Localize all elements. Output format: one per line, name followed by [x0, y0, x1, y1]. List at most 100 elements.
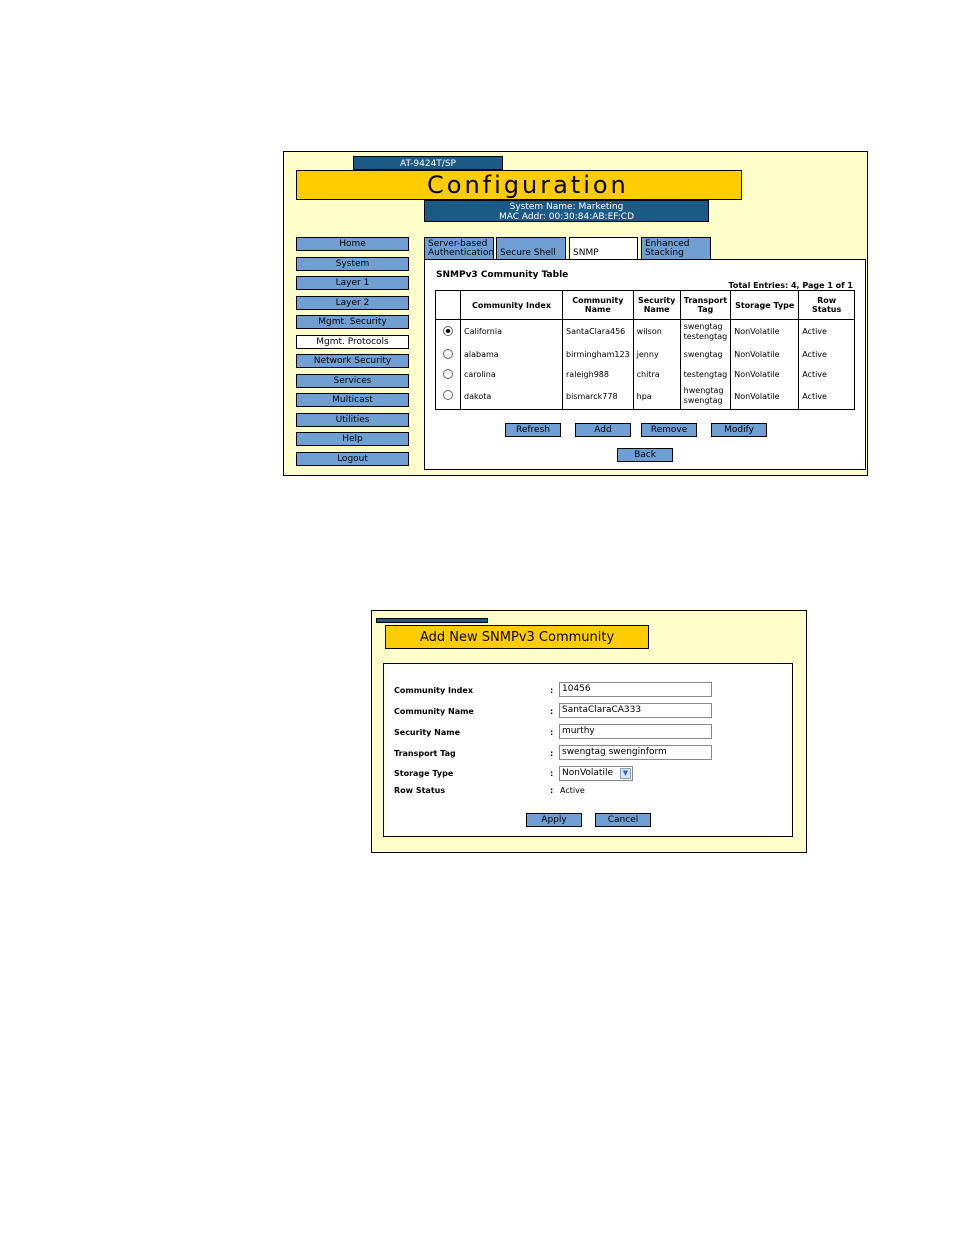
nav-mgmt-security-button[interactable]: Mgmt. Security: [296, 315, 409, 329]
storage-type-cell: NonVolatile: [730, 319, 799, 344]
colon: :: [550, 728, 554, 737]
row-status-label: Row Status: [394, 786, 446, 795]
row-radio-button[interactable]: [443, 325, 453, 336]
community-name-cell: raleigh988: [562, 365, 634, 384]
column-header-transport-tag: Transport Tag: [679, 290, 731, 320]
total-entries-text: Total Entries: 4, Page 1 of 1: [728, 281, 853, 290]
add-community-form: Community Index : 10456 Community Name :…: [383, 663, 793, 837]
security-name-label: Security Name: [394, 728, 460, 737]
colon: :: [550, 686, 554, 695]
add-community-window: Add New SNMPv3 Community Community Index…: [371, 610, 807, 853]
system-info-box: System Name: Marketing MAC Addr: 00:30:8…: [424, 200, 709, 222]
nav-mgmt-protocols-button[interactable]: Mgmt. Protocols: [296, 335, 409, 349]
community-index-cell: California: [460, 319, 563, 344]
table-row: dakota bismarck778 hpa hwengtag swengtag…: [436, 383, 855, 410]
nav-network-security-button[interactable]: Network Security: [296, 354, 409, 368]
transport-tag-label: Transport Tag: [394, 749, 456, 758]
transport-tag-cell: hwengtag swengtag: [679, 383, 731, 410]
community-name-cell: birmingham123: [562, 343, 634, 366]
security-name-cell: wilson: [632, 319, 681, 344]
community-index-input[interactable]: 10456: [559, 682, 712, 697]
column-header-security-name: Security Name: [632, 290, 681, 320]
security-name-cell: chitra: [632, 365, 681, 384]
apply-button[interactable]: Apply: [526, 813, 582, 827]
nav-layer2-button[interactable]: Layer 2: [296, 296, 409, 310]
tab-label: SNMP: [573, 248, 599, 258]
page-banner: Add New SNMPv3 Community: [385, 625, 649, 649]
row-select-cell: [436, 344, 461, 366]
tab-label: Secure Shell: [500, 248, 556, 258]
tab-label-line2: Authentication: [428, 248, 495, 258]
nav-services-button[interactable]: Services: [296, 374, 409, 388]
column-header-community-name: Community Name: [562, 290, 634, 320]
table-header-row: Community Index Community Name Security …: [435, 290, 855, 320]
colon: :: [550, 769, 554, 778]
colon: :: [550, 786, 554, 795]
add-button[interactable]: Add: [575, 423, 631, 437]
refresh-button[interactable]: Refresh: [505, 423, 561, 437]
transport-tag-cell: testengtag: [679, 365, 731, 384]
modify-button[interactable]: Modify: [711, 423, 767, 437]
tab-snmp[interactable]: SNMP: [569, 237, 638, 261]
security-name-cell: jenny: [632, 343, 681, 366]
chevron-down-icon[interactable]: ▼: [620, 768, 631, 779]
column-header-storage-type: Storage Type: [730, 290, 799, 320]
row-status-cell: Active: [798, 383, 855, 410]
nav-help-button[interactable]: Help: [296, 432, 409, 446]
community-table: Community Index Community Name Security …: [435, 290, 855, 410]
community-name-cell: SantaClara456: [562, 319, 634, 344]
transport-tag-cell: swengtag testengtag: [679, 319, 731, 344]
community-name-label: Community Name: [394, 707, 474, 716]
header-tab-strip: [376, 618, 488, 623]
nav-multicast-button[interactable]: Multicast: [296, 393, 409, 407]
nav-home-button[interactable]: Home: [296, 237, 409, 251]
tab-secure-shell[interactable]: Secure Shell: [496, 237, 566, 260]
colon: :: [550, 707, 554, 716]
table-row: California SantaClara456 wilson swengtag…: [436, 319, 855, 344]
column-header-select: [435, 290, 461, 320]
colon: :: [550, 749, 554, 758]
security-name-input[interactable]: murthy: [559, 724, 712, 739]
community-index-cell: dakota: [460, 383, 563, 410]
cancel-button[interactable]: Cancel: [595, 813, 651, 827]
community-name-input[interactable]: SantaClaraCA333: [559, 703, 712, 718]
transport-tag-cell: swengtag: [679, 343, 731, 366]
row-radio-button[interactable]: [443, 348, 453, 359]
column-header-community-index: Community Index: [460, 290, 563, 320]
row-radio-button[interactable]: [443, 390, 453, 401]
community-index-label: Community Index: [394, 686, 473, 695]
nav-layer1-button[interactable]: Layer 1: [296, 276, 409, 290]
tab-enhanced-stacking[interactable]: Enhanced Stacking: [641, 237, 711, 260]
back-button[interactable]: Back: [617, 448, 673, 462]
snmp-content-panel: SNMPv3 Community Table Total Entries: 4,…: [424, 259, 866, 470]
system-name-text: System Name: Marketing: [509, 202, 624, 212]
nav-logout-button[interactable]: Logout: [296, 452, 409, 466]
row-status-cell: Active: [798, 319, 855, 344]
row-select-cell: [436, 366, 461, 384]
row-status-cell: Active: [798, 365, 855, 384]
nav-utilities-button[interactable]: Utilities: [296, 413, 409, 427]
community-index-cell: carolina: [460, 365, 563, 384]
tab-server-based-authentication[interactable]: Server-based Authentication: [424, 237, 494, 260]
remove-button[interactable]: Remove: [641, 423, 697, 437]
row-radio-button[interactable]: [443, 368, 453, 379]
config-window: AT-9424T/SP Configuration System Name: M…: [283, 151, 868, 476]
community-name-cell: bismarck778: [562, 383, 634, 410]
table-row: alabama birmingham123 jenny swengtag Non…: [436, 343, 855, 366]
column-header-row-status: Row Status: [798, 290, 855, 320]
security-name-cell: hpa: [632, 383, 681, 410]
row-status-cell: Active: [798, 343, 855, 366]
transport-tag-input[interactable]: swengtag swenginform: [559, 745, 712, 760]
table-row: carolina raleigh988 chitra testengtag No…: [436, 365, 855, 384]
storage-type-value: NonVolatile: [562, 768, 613, 778]
storage-type-cell: NonVolatile: [730, 343, 799, 366]
table-title: SNMPv3 Community Table: [436, 270, 569, 280]
nav-system-button[interactable]: System: [296, 257, 409, 271]
row-status-value: Active: [560, 786, 585, 795]
device-model-tab: AT-9424T/SP: [353, 156, 503, 170]
storage-type-cell: NonVolatile: [730, 365, 799, 384]
row-select-cell: [436, 384, 461, 410]
storage-type-label: Storage Type: [394, 769, 454, 778]
storage-type-select[interactable]: NonVolatile ▼: [559, 766, 633, 781]
storage-type-cell: NonVolatile: [730, 383, 799, 410]
